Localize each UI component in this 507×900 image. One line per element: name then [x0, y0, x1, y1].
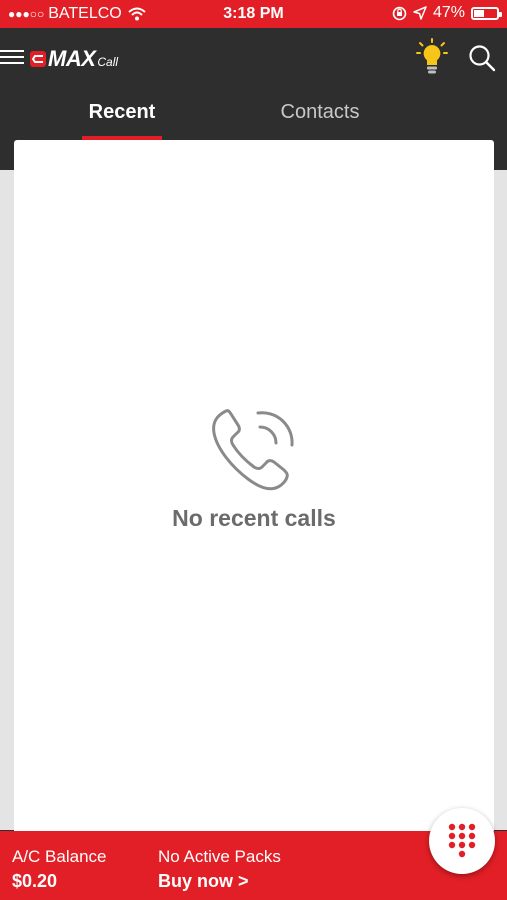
empty-state: No recent calls — [14, 405, 494, 532]
tab-recent[interactable]: Recent — [82, 90, 162, 140]
battery-percent: 47% — [432, 4, 465, 21]
empty-state-message: No recent calls — [172, 505, 336, 531]
menu-icon[interactable] — [0, 46, 24, 68]
balance-label: A/C Balance — [12, 847, 107, 866]
status-right: 47% — [392, 4, 502, 22]
dialpad-icon — [448, 823, 476, 858]
balance-value: $0.20 — [12, 871, 58, 891]
logo-text: MAX — [48, 46, 96, 71]
recent-calls-panel: No recent calls — [14, 140, 494, 840]
bulb-icon[interactable] — [416, 38, 448, 76]
logo-subtext: Call — [97, 55, 119, 69]
battery-icon — [471, 6, 502, 20]
app-logo: MAX Call — [30, 46, 118, 72]
battery-fill — [474, 9, 485, 17]
tab-bar: Recent Contacts — [0, 90, 507, 140]
rotation-lock-icon — [392, 6, 407, 20]
packs-label: No Active Packs — [158, 847, 281, 866]
status-bar: ●●●○○ BATELCO 3:18 PM 47% — [0, 0, 507, 28]
search-icon[interactable] — [468, 44, 496, 72]
logo-mark-icon — [30, 51, 46, 67]
dialpad-button[interactable] — [429, 808, 495, 874]
phone-call-icon — [212, 409, 294, 491]
buy-now-link[interactable]: Buy now > — [158, 871, 249, 892]
tab-contacts[interactable]: Contacts — [260, 90, 380, 140]
location-arrow-icon — [413, 6, 427, 20]
app-header: MAX Call — [0, 28, 507, 90]
